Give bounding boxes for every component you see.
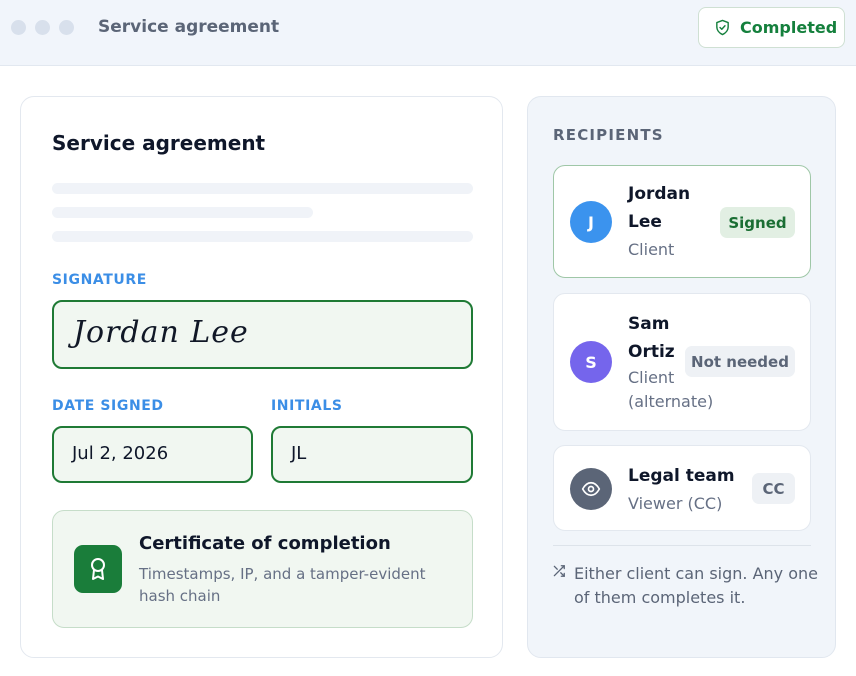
recipient-role: Client bbox=[628, 240, 675, 259]
shield-check-icon bbox=[716, 19, 729, 36]
document-card: Service agreement SIGNATURE Jordan Lee D… bbox=[20, 96, 503, 658]
initials-label: INITIALS bbox=[271, 398, 343, 414]
avatar: S bbox=[570, 341, 612, 383]
recipient-name: Legal team bbox=[628, 466, 735, 486]
status-badge: Signed bbox=[720, 207, 795, 238]
status-label: Completed bbox=[740, 18, 838, 37]
avatar: J bbox=[570, 201, 612, 243]
eye-icon bbox=[570, 468, 612, 510]
recipients-heading: RECIPIENTS bbox=[553, 126, 664, 144]
recipient-card-sam-ortiz[interactable]: S Sam Ortiz Client (alternate) Not neede… bbox=[553, 293, 811, 431]
recipient-name-line2: Ortiz bbox=[628, 342, 675, 362]
window-maximize-dot[interactable] bbox=[59, 20, 74, 35]
certificate-description: Timestamps, IP, and a tamper-evident has… bbox=[139, 565, 426, 605]
recipient-card-legal-team[interactable]: Legal team Viewer (CC) CC bbox=[553, 445, 811, 531]
placeholder-text-line bbox=[52, 207, 313, 218]
title-bar: Service agreement Completed bbox=[0, 0, 856, 66]
window-minimize-dot[interactable] bbox=[35, 20, 50, 35]
recipient-role-line2: (alternate) bbox=[628, 392, 714, 411]
shuffle-icon bbox=[553, 565, 565, 577]
signing-rule-note: Either client can sign. Any one of them … bbox=[574, 564, 818, 607]
initials-field[interactable]: JL bbox=[271, 426, 473, 483]
recipient-card-jordan-lee[interactable]: J Jordan Lee Client Signed bbox=[553, 165, 811, 278]
signature-label: SIGNATURE bbox=[52, 272, 147, 288]
recipient-name-line1: Sam bbox=[628, 314, 670, 334]
certificate-title: Certificate of completion bbox=[139, 533, 391, 554]
recipients-panel: RECIPIENTS J Jordan Lee Client Signed S … bbox=[527, 96, 836, 658]
status-badge: CC bbox=[752, 473, 795, 504]
status-badge: Not needed bbox=[685, 346, 795, 377]
signature-value: Jordan Lee bbox=[73, 315, 249, 350]
placeholder-text-line bbox=[52, 183, 473, 194]
window-close-dot[interactable] bbox=[11, 20, 26, 35]
divider bbox=[553, 545, 811, 546]
certificate-of-completion[interactable]: Certificate of completion Timestamps, IP… bbox=[52, 510, 473, 628]
placeholder-text-line bbox=[52, 231, 473, 242]
recipient-role: Client bbox=[628, 368, 675, 387]
date-signed-field[interactable]: Jul 2, 2026 bbox=[52, 426, 253, 483]
document-title: Service agreement bbox=[52, 131, 266, 155]
date-signed-label: DATE SIGNED bbox=[52, 398, 164, 414]
award-ribbon-icon bbox=[74, 545, 122, 593]
signature-field[interactable]: Jordan Lee bbox=[52, 300, 473, 369]
recipient-name-line2: Lee bbox=[628, 212, 662, 232]
completed-status-button[interactable]: Completed bbox=[698, 7, 845, 48]
recipient-name-line1: Jordan bbox=[628, 184, 691, 204]
recipient-role: Viewer (CC) bbox=[628, 494, 723, 513]
window-title: Service agreement bbox=[98, 17, 280, 37]
